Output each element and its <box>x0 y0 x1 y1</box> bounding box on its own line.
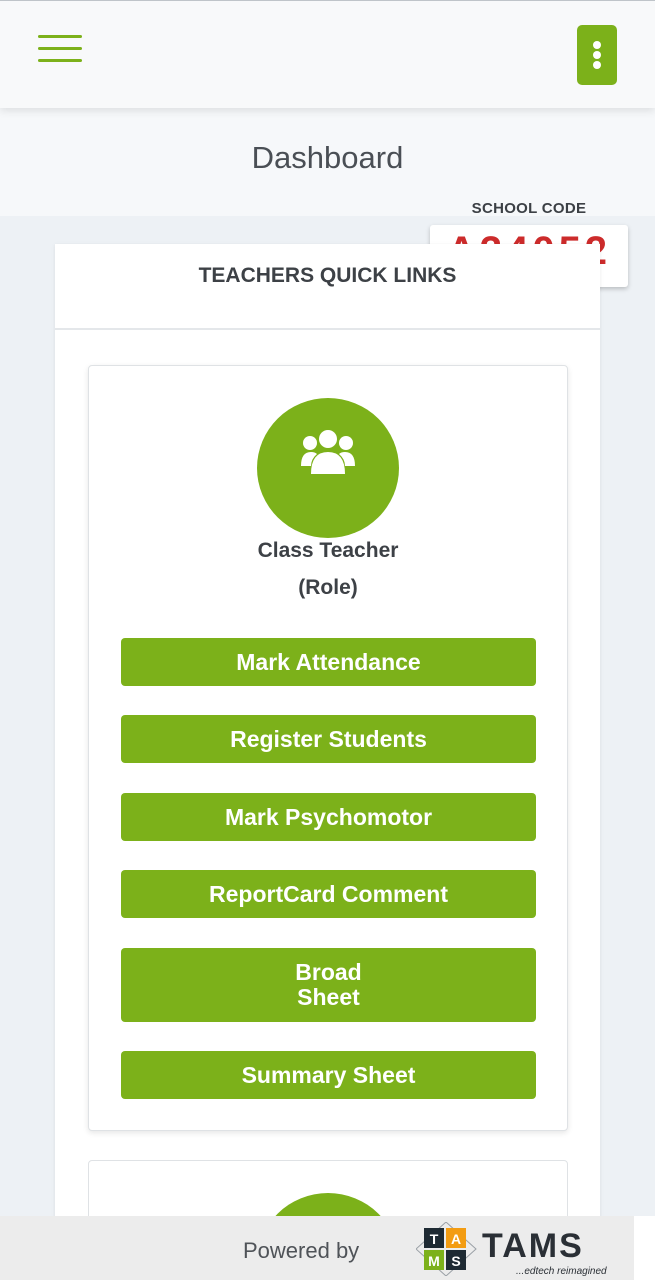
register-students-button[interactable]: Register Students <box>121 715 536 763</box>
footer-edge <box>634 1216 655 1280</box>
panel-header: TEACHERS QUICK LINKS <box>55 244 600 330</box>
svg-text:...edtech reimagined: ...edtech reimagined <box>516 1266 607 1276</box>
teachers-quick-links-panel: TEACHERS QUICK LINKS Class Teacher (Role… <box>55 244 600 1280</box>
svg-text:A: A <box>451 1231 461 1247</box>
svg-text:TAMS: TAMS <box>482 1227 584 1265</box>
mark-psychomotor-button[interactable]: Mark Psychomotor <box>121 793 536 841</box>
summary-sheet-button[interactable]: Summary Sheet <box>121 1051 536 1099</box>
more-options-button[interactable] <box>577 25 617 85</box>
reportcard-comment-button[interactable]: ReportCard Comment <box>121 870 536 918</box>
svg-text:M: M <box>428 1253 440 1269</box>
svg-text:T: T <box>430 1231 439 1247</box>
svg-text:S: S <box>451 1253 460 1269</box>
hamburger-menu-icon[interactable] <box>38 35 82 63</box>
top-app-bar <box>0 0 655 108</box>
broad-sheet-button[interactable]: Broad Sheet <box>121 948 536 1022</box>
role-tag: (Role) <box>298 576 358 599</box>
role-name: Class Teacher <box>257 539 399 562</box>
role-avatar <box>257 398 399 538</box>
powered-by-label: Powered by <box>243 1238 360 1263</box>
tams-logo: T A M S TAMS ...edtech reimagined <box>416 1222 607 1276</box>
page-title: Dashboard <box>251 140 404 175</box>
vertical-dots-icon <box>593 41 601 49</box>
role-card-class-teacher: Class Teacher (Role) Mark Attendance Reg… <box>88 365 568 1131</box>
panel-title: TEACHERS QUICK LINKS <box>198 264 457 287</box>
mark-attendance-button[interactable]: Mark Attendance <box>121 638 536 686</box>
school-code-label: SCHOOL CODE <box>471 200 587 217</box>
footer: Powered by T A M S TAMS ...edtech reimag… <box>0 1216 634 1280</box>
users-group-icon <box>301 430 355 474</box>
